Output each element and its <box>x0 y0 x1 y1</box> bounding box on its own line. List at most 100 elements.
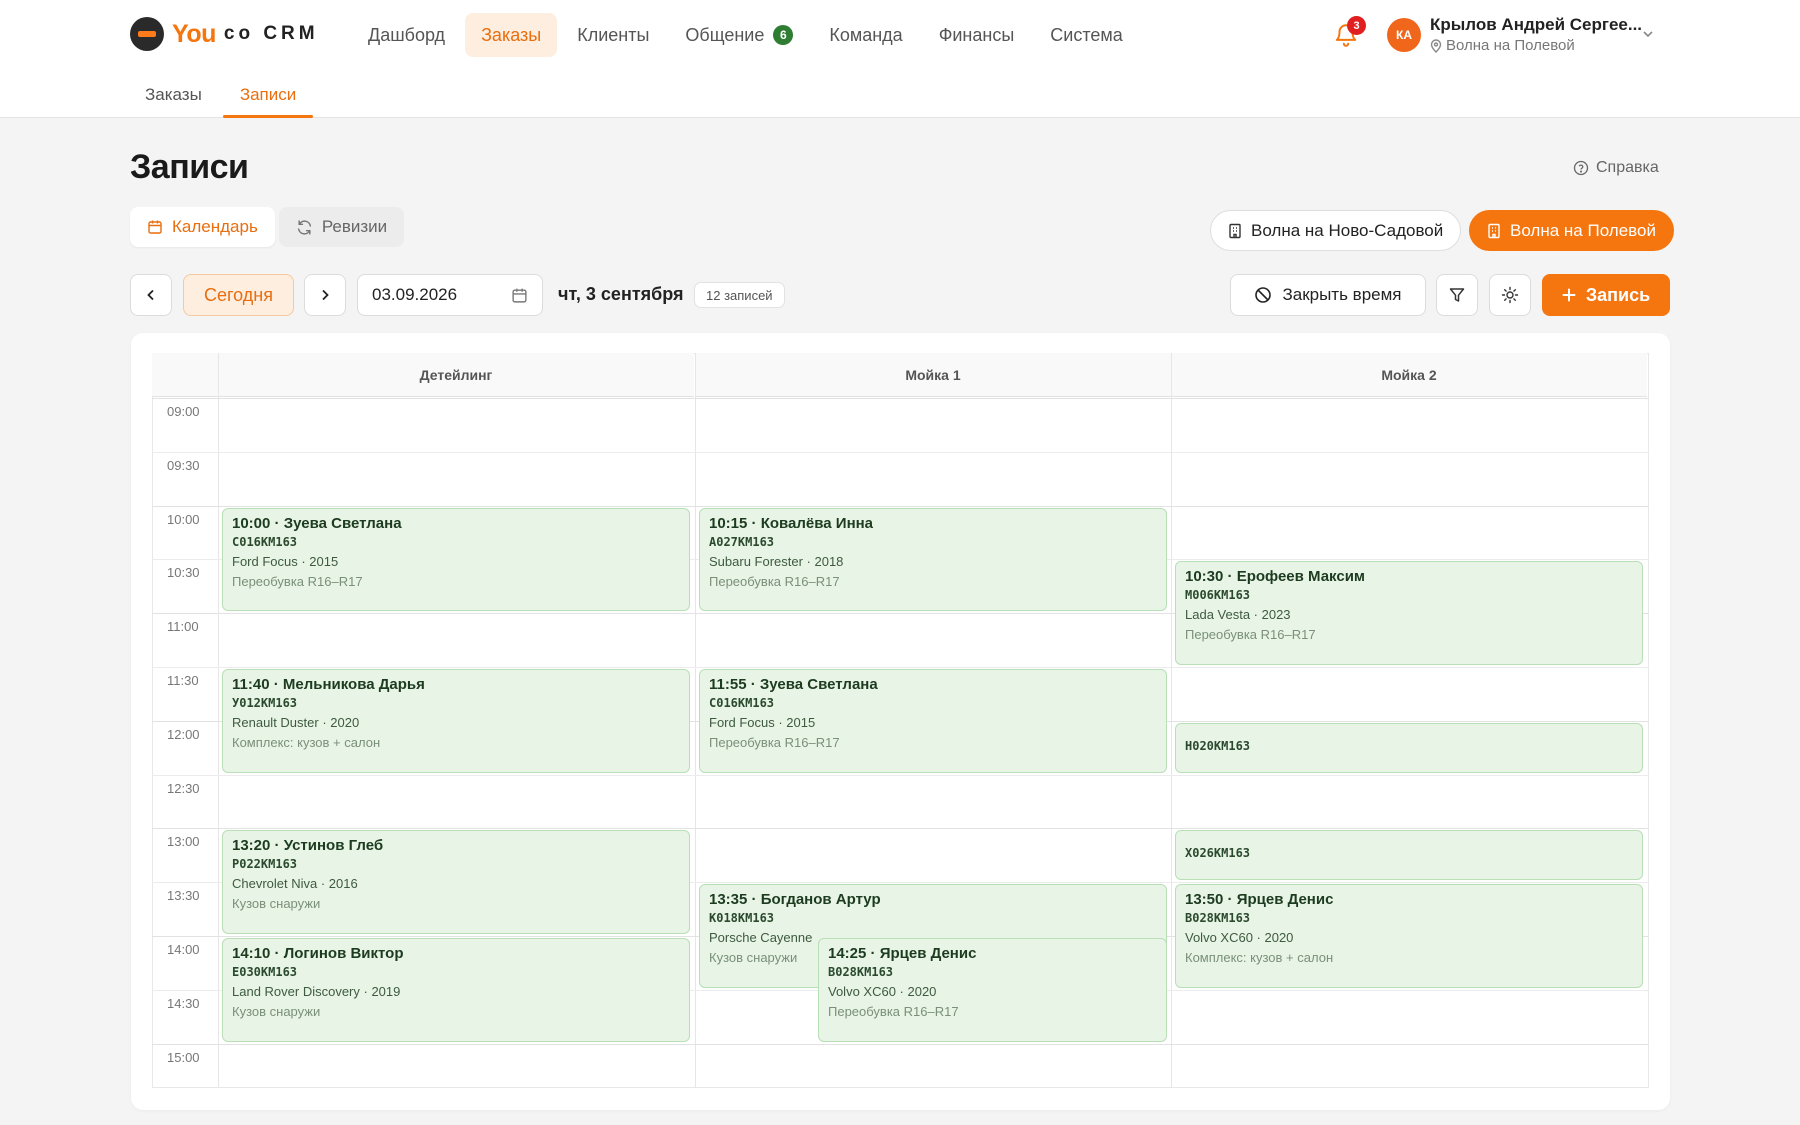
selected-date-label: чт, 3 сентября <box>558 284 684 304</box>
appointment-car: Subaru Forester · 2018 <box>709 553 844 569</box>
appointment-card[interactable]: 11:55 · Зуева Светлана С016КМ163 Ford Focu… <box>699 669 1167 773</box>
appointment-card[interactable]: 13:50 · Ярцев Денис В028КМ163 Volvo XC60 ·… <box>1175 884 1643 988</box>
appointment-title: 10:00 · Зуева Светлана <box>232 514 402 532</box>
appointment-car: Volvo XC60 · 2020 <box>1185 930 1294 946</box>
nav-item-label: Команда <box>829 24 903 45</box>
appointment-card[interactable]: Х026КМ163 <box>1175 830 1643 881</box>
main-nav: Дашборд Заказы Клиенты Общение 6 Команда… <box>352 13 1139 57</box>
logo[interactable]: You co CRM <box>130 16 319 52</box>
nav-item-label: Клиенты <box>577 24 650 45</box>
appointment-plate: Е030КМ163 <box>232 965 298 979</box>
nav-item-label: Финансы <box>938 24 1015 45</box>
subtab-label: Записи <box>239 85 297 104</box>
nav-item-orders[interactable]: Заказы <box>465 13 558 57</box>
nav-item-system[interactable]: Система <box>1034 13 1139 57</box>
appointment-car: Land Rover Discovery · 2019 <box>232 984 401 999</box>
nav-item-team[interactable]: Команда <box>813 13 918 57</box>
location-label: Волна на Полевой <box>1510 220 1656 240</box>
subtab-orders[interactable]: Заказы <box>128 72 219 118</box>
sub-tabs: Заказы Записи <box>128 72 314 118</box>
prev-day-button[interactable] <box>130 274 172 316</box>
avatar[interactable]: КА <box>1387 18 1421 52</box>
nav-item-label: Дашборд <box>368 24 446 45</box>
time-label: 11:30 <box>167 673 199 688</box>
add-record-button[interactable]: Запись <box>1542 274 1670 316</box>
chevron-down-icon[interactable] <box>1640 26 1656 42</box>
row-divider <box>152 828 1649 830</box>
appointment-car: Volvo XC60 · 2020 <box>828 984 937 999</box>
row-divider <box>152 1043 1649 1045</box>
appointment-title: 13:50 · Ярцев Денис <box>1185 891 1334 909</box>
appointment-title: 13:20 · Устинов Глеб <box>232 837 384 855</box>
nav-item-communication[interactable]: Общение 6 <box>669 13 809 57</box>
location-polevaya-button[interactable]: Волна на Полевой <box>1469 210 1674 251</box>
appointment-service: Комплекс: кузов + салон <box>1185 950 1334 966</box>
date-value: 03.09.2026 <box>372 285 458 304</box>
appointment-service: Переобувка R16–R17 <box>709 735 840 750</box>
appointment-card[interactable]: 14:10 · Логинов Виктор Е030КМ163 Land Rove… <box>222 938 690 1042</box>
today-button[interactable]: Сегодня <box>183 274 294 316</box>
nav-item-finance[interactable]: Финансы <box>923 13 1031 57</box>
time-label: 14:00 <box>167 942 200 957</box>
filter-button[interactable] <box>1436 274 1478 316</box>
user-name[interactable]: Крылов Андрей Сергее... <box>1430 15 1642 35</box>
refresh-icon <box>297 219 311 235</box>
subtab-records[interactable]: Записи <box>222 72 314 118</box>
appointment-card[interactable]: 10:30 · Ерофеев Максим М006КМ163 Lada Vest… <box>1175 561 1643 665</box>
nav-item-label: Заказы <box>481 24 542 45</box>
page-title: Записи <box>130 148 249 186</box>
row-divider <box>152 505 1649 507</box>
tab-revisions[interactable]: Ревизии <box>278 207 405 247</box>
row-divider <box>152 451 1649 453</box>
appointment-title: 10:30 · Ерофеев Максим <box>1185 568 1366 586</box>
help-circle-icon <box>1573 160 1589 176</box>
building-icon <box>1488 223 1500 238</box>
column-header-corner <box>152 353 218 397</box>
settings-button[interactable] <box>1489 274 1531 316</box>
logo-text-you: You <box>172 19 216 48</box>
location-novo-sadovaya-button[interactable]: Волна на Ново-Садовой <box>1210 210 1462 251</box>
location-pin-icon <box>1430 38 1442 53</box>
sun-gear-icon <box>1501 286 1519 304</box>
time-label: 10:30 <box>167 565 200 581</box>
tab-label: Ревизии <box>321 217 388 236</box>
appointment-plate: В028КМ163 <box>1185 911 1251 926</box>
help-link[interactable]: Справка <box>1573 159 1659 177</box>
nav-item-clients[interactable]: Клиенты <box>561 13 665 57</box>
nav-item-dashboard[interactable]: Дашборд <box>352 13 461 57</box>
appointment-service: Переобувка R16–R17 <box>232 573 363 589</box>
appointment-service: Комплекс: кузов + салон <box>232 735 381 750</box>
logo-text-crm: co CRM <box>223 23 319 44</box>
tab-calendar[interactable]: Календарь <box>130 207 275 247</box>
appointment-service: Переобувка R16–R17 <box>828 1004 959 1019</box>
appointment-service: Переобувка R16–R17 <box>709 573 840 589</box>
appointment-card[interactable]: 10:00 · Зуева Светлана С016КМ163 Ford Focu… <box>222 507 690 612</box>
unread-badge: 6 <box>773 25 794 45</box>
appointment-card[interactable]: 14:25 · Ярцев Денис В028КМ163 Volvo XC60 ·… <box>818 938 1167 1042</box>
close-time-button[interactable]: Закрыть время <box>1230 274 1426 316</box>
appointment-card[interactable]: 13:20 · Устинов Глеб Р022КМ163 Chevrolet N… <box>222 830 690 934</box>
filter-icon <box>1449 288 1465 302</box>
time-label: 15:00 <box>167 1049 200 1065</box>
appointment-card[interactable]: Н020КМ163 <box>1175 722 1643 773</box>
chevron-right-icon <box>322 289 329 301</box>
close-time-label: Закрыть время <box>1282 285 1402 304</box>
appointment-plate: М006КМ163 <box>1185 588 1251 603</box>
column-header: Мойка 1 <box>695 353 1171 397</box>
notification-count-badge: 3 <box>1347 16 1366 35</box>
appointment-card[interactable]: 11:40 · Мельникова Дарья У012КМ163 Renault… <box>222 669 690 773</box>
appointment-plate: В028КМ163 <box>828 965 894 979</box>
appointment-title: 14:25 · Ярцев Денис <box>828 945 977 962</box>
appointment-service: Кузов снаружи <box>232 1004 321 1019</box>
appointment-plate: Р022КМ163 <box>232 857 298 872</box>
time-label: 09:30 <box>167 457 200 473</box>
row-divider <box>152 774 1649 776</box>
row-divider <box>152 398 1649 399</box>
appointment-card[interactable]: 10:15 · Ковалёва Инна А027КМ163 Subaru For… <box>699 507 1167 612</box>
appointment-plate: Н020КМ163 <box>1185 738 1251 753</box>
next-day-button[interactable] <box>304 274 346 316</box>
time-label: 10:00 <box>167 511 200 527</box>
records-count-badge: 12 записей <box>694 282 785 308</box>
appointment-plate: Х026КМ163 <box>1185 846 1251 861</box>
date-input[interactable]: 03.09.2026 <box>357 274 543 316</box>
